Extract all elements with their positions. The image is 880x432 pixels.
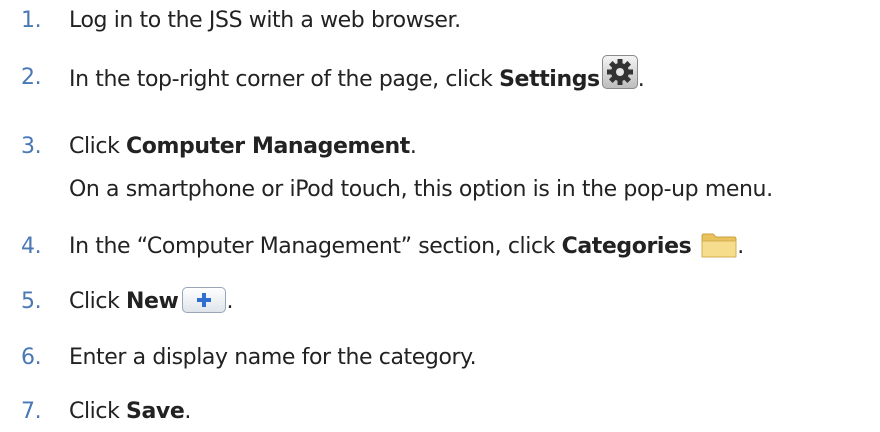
step-text-part: Click (69, 399, 127, 424)
step-text-part: . (226, 289, 234, 314)
step-number: 7. (21, 399, 42, 424)
step-text-part: . (184, 399, 191, 424)
step-number: 6. (21, 345, 42, 370)
step-number: 5. (21, 289, 42, 314)
step-text-part: . (409, 134, 417, 159)
step-text-part: Enter a display name for the category. (69, 345, 477, 370)
new-label: New (126, 289, 179, 314)
computer-management-label: Computer Management (126, 134, 410, 159)
step-number: 3. (21, 134, 42, 159)
step-text-part: . (637, 67, 645, 92)
step-text-part: In the top-right corner of the page, cli… (69, 67, 500, 92)
step-text-part: Click (69, 134, 127, 159)
step-text: Click Computer Management. (69, 132, 417, 162)
step-text-part: In the “Computer Management” section, cl… (69, 234, 562, 259)
step-text: In the top-right corner of the page, cli… (69, 55, 645, 97)
plus-icon (182, 287, 227, 313)
step-text: Click Save. (69, 397, 191, 427)
step-text-part: . (737, 234, 744, 259)
step-number: 1. (21, 8, 42, 33)
folder-icon (701, 232, 737, 258)
step-text: Click New . (69, 287, 233, 317)
gear-icon (601, 55, 638, 89)
instruction-steps: 1. Log in to the JSS with a web browser.… (0, 0, 880, 432)
step-text: Enter a display name for the category. (69, 343, 477, 373)
step-text: Log in to the JSS with a web browser. (69, 6, 461, 36)
categories-label: Categories (561, 234, 692, 259)
step-3-note: On a smartphone or iPod touch, this opti… (69, 177, 773, 202)
step-number: 4. (21, 234, 42, 259)
settings-label: Settings (499, 67, 600, 92)
step-number: 2. (21, 65, 42, 90)
step-text-part: Click (69, 289, 127, 314)
save-label: Save (126, 399, 185, 424)
step-text: In the “Computer Management” section, cl… (69, 232, 744, 262)
step-text-part: Log in to the JSS with a web browser. (69, 8, 461, 33)
